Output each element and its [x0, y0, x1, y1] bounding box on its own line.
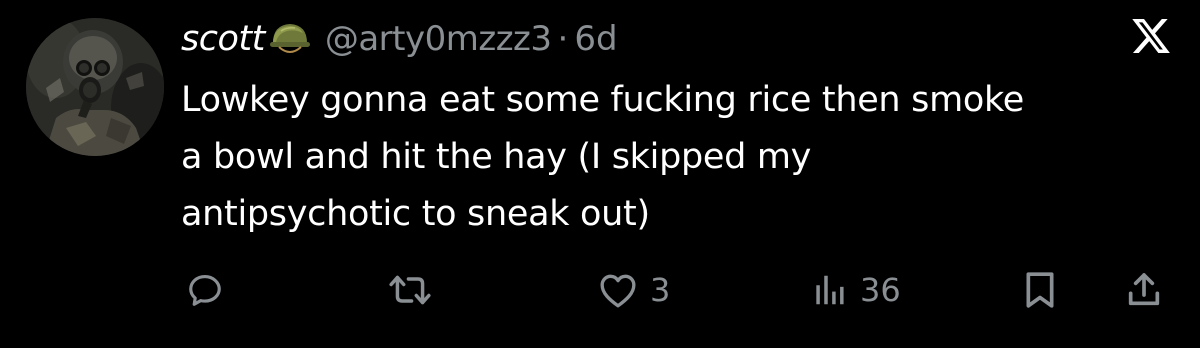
gas-mask-avatar-image	[26, 18, 164, 156]
views-count: 36	[860, 271, 901, 309]
timestamp[interactable]: 6d	[574, 19, 617, 59]
retweet-button[interactable]	[388, 262, 432, 318]
share-icon	[1128, 273, 1160, 306]
army-helmet-icon	[267, 17, 313, 61]
retweet-icon	[389, 275, 431, 305]
tweet-text-line: Lowkey gonna eat some fucking rice then …	[181, 80, 1024, 120]
bookmark-icon	[1026, 272, 1054, 308]
display-name[interactable]: scott	[181, 19, 265, 59]
avatar[interactable]	[26, 18, 164, 156]
user-handle[interactable]: @arty0mzzz3	[325, 19, 552, 59]
action-bar: 3 36	[0, 262, 1200, 318]
views-bar-chart-icon	[816, 275, 844, 305]
tweet-text: Lowkey gonna eat some fucking rice then …	[181, 72, 1171, 243]
tweet-card: scott @arty0mzzz3 · 6d Lowkey gonna eat …	[0, 0, 1200, 348]
like-button[interactable]: 3	[598, 262, 670, 318]
views-button[interactable]: 36	[810, 262, 901, 318]
reply-icon	[189, 274, 221, 306]
reply-button[interactable]	[186, 262, 224, 318]
like-count: 3	[650, 271, 671, 309]
separator-dot: ·	[557, 19, 569, 59]
x-logo-icon	[1130, 15, 1172, 57]
heart-icon	[600, 274, 636, 308]
tweet-header: scott @arty0mzzz3 · 6d	[181, 14, 618, 64]
tweet-text-line: a bowl and hit the hay (I skipped my	[181, 137, 812, 177]
tweet-text-line: antipsychotic to sneak out)	[181, 194, 650, 234]
share-button[interactable]	[1124, 262, 1164, 318]
bookmark-button[interactable]	[1022, 262, 1058, 318]
